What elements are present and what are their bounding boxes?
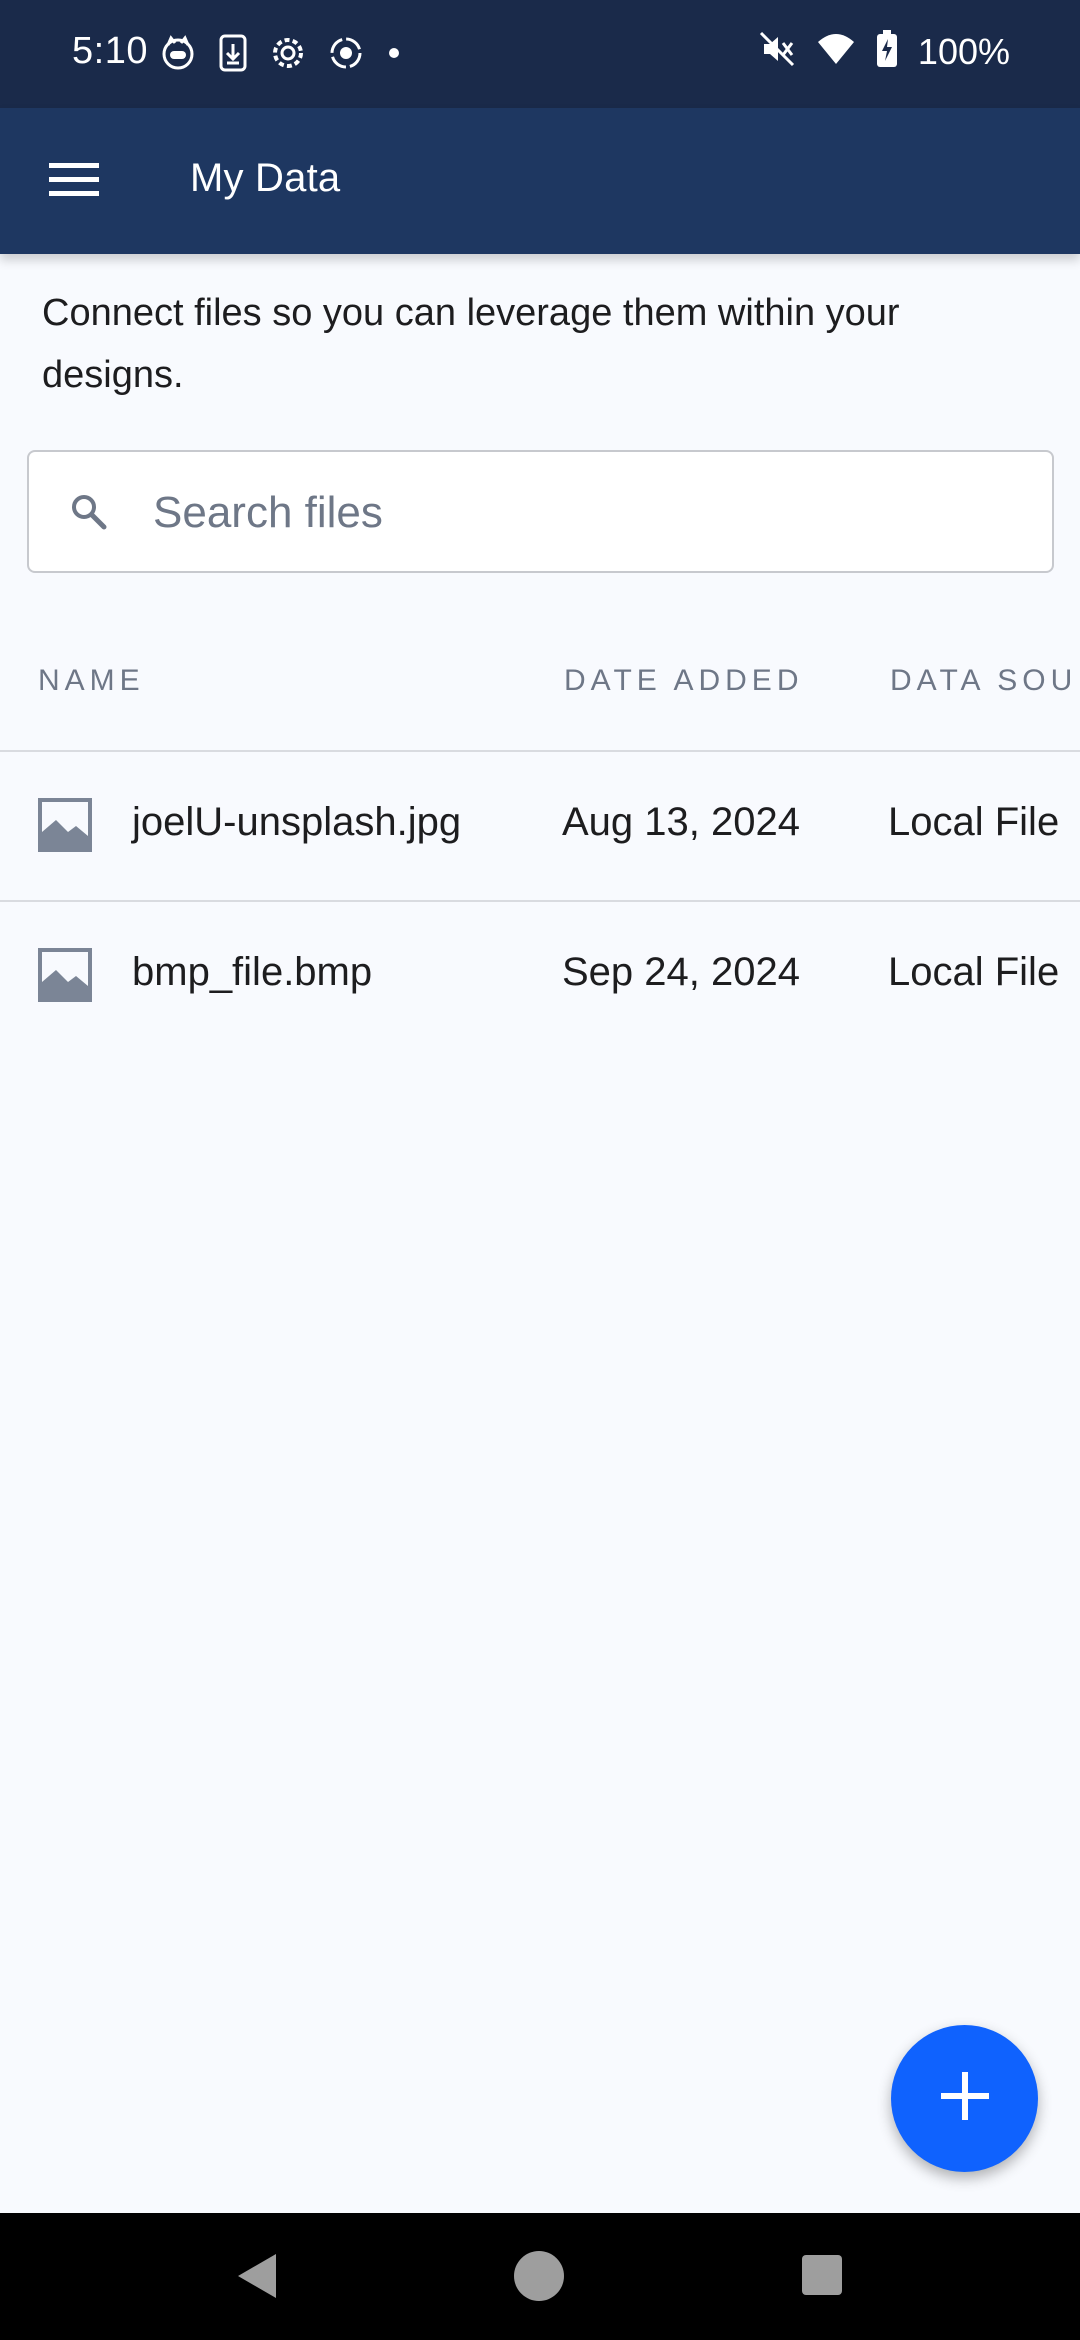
hamburger-menu-icon <box>49 161 99 202</box>
settings-icon <box>270 35 306 71</box>
battery-percentage: 100% <box>917 30 1010 72</box>
search-icon <box>69 492 109 537</box>
menu-button[interactable] <box>34 145 114 217</box>
file-name: joelU-unsplash.jpg <box>132 800 462 844</box>
app-bar: My Data <box>0 108 1080 254</box>
column-header-date-added[interactable]: DATE ADDED <box>564 664 803 698</box>
status-time: 5:10 <box>72 30 148 72</box>
status-icons-left <box>160 34 402 72</box>
table-header: NAME DATE ADDED DATA SOU <box>0 640 1080 752</box>
wifi-icon <box>816 32 856 71</box>
plus-icon <box>939 2070 991 2127</box>
file-data-source: Local File <box>888 950 1060 994</box>
system-nav-bar <box>0 2213 1080 2340</box>
file-date-added: Aug 13, 2024 <box>562 800 800 844</box>
mute-icon <box>758 30 796 73</box>
dot-icon <box>386 45 402 61</box>
add-file-button[interactable] <box>891 2025 1038 2172</box>
record-icon <box>328 35 364 71</box>
page-description: Connect files so you can leverage them w… <box>42 292 900 396</box>
status-bar: 5:10 100% <box>0 0 1080 108</box>
search-box[interactable] <box>27 450 1054 573</box>
column-header-data-source[interactable]: DATA SOU <box>890 664 1077 698</box>
image-file-icon <box>38 798 92 857</box>
image-file-icon <box>38 948 92 1007</box>
file-name: bmp_file.bmp <box>132 950 373 994</box>
battery-charging-icon <box>876 30 898 73</box>
home-icon[interactable] <box>514 2251 564 2301</box>
cat-face-icon <box>160 35 196 71</box>
page-title: My Data <box>190 156 341 200</box>
status-icons-right: 100% <box>758 30 1010 73</box>
table-row[interactable]: joelU-unsplash.jpg Aug 13, 2024 Local Fi… <box>0 754 1080 902</box>
column-header-name[interactable]: NAME <box>38 664 145 698</box>
table-row[interactable]: bmp_file.bmp Sep 24, 2024 Local File <box>0 904 1080 1052</box>
download-icon <box>218 34 248 72</box>
file-date-added: Sep 24, 2024 <box>562 950 800 994</box>
back-icon[interactable] <box>234 2251 278 2306</box>
recents-icon[interactable] <box>802 2255 842 2295</box>
search-input[interactable] <box>153 472 1033 554</box>
file-data-source: Local File <box>888 800 1060 844</box>
